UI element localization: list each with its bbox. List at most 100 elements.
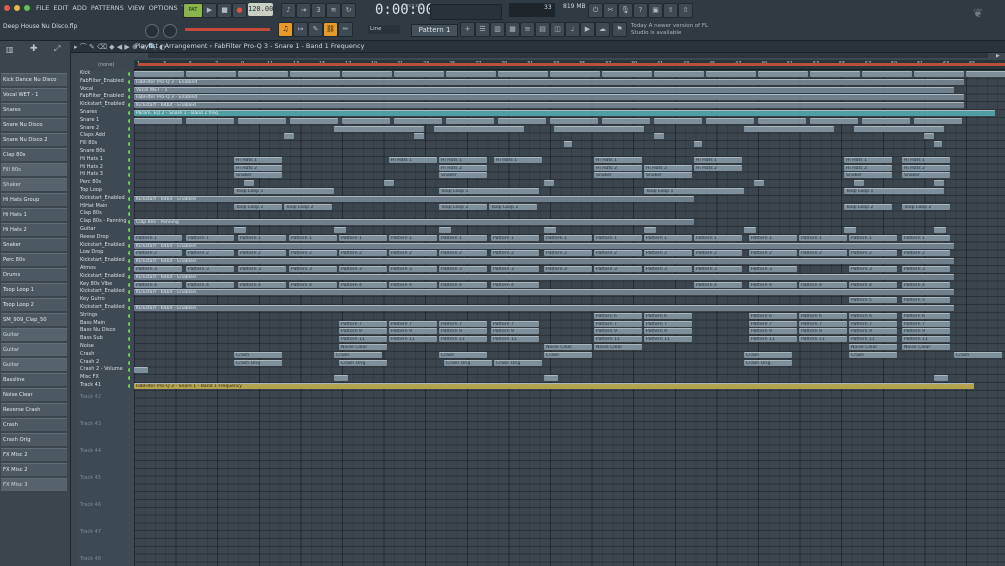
master-pitch-knob[interactable] [163, 24, 177, 38]
playlist-clip[interactable]: Pattern 5 [902, 297, 950, 304]
close-dot-icon[interactable] [4, 5, 10, 11]
playlist-clip[interactable]: Hi Hats 2 [902, 164, 950, 171]
playlist-clip[interactable]: Pattern 1 [134, 234, 182, 241]
cloud-icon[interactable]: ☁ [595, 22, 610, 37]
playlist-clip[interactable] [934, 180, 944, 187]
playlist-clip[interactable]: Crash [544, 351, 592, 358]
track-header[interactable]: Vocal [78, 86, 130, 94]
browser-item[interactable]: Toop Loop 2 [1, 298, 67, 311]
track-header[interactable]: Bass Nu Disco [78, 327, 130, 335]
playlist-clip[interactable]: Pattern 11 [389, 336, 437, 343]
playlist-clip[interactable]: Toop Loop 1 [439, 188, 539, 194]
track-header[interactable]: Perc 80s [78, 179, 130, 187]
track-header[interactable]: Strings [78, 312, 130, 320]
playlist-clip[interactable]: Snaker [902, 172, 950, 179]
track-header[interactable]: FabFilter_Enabled [78, 78, 130, 86]
playlist-clip[interactable]: Noise Clear [902, 344, 950, 350]
playlist-clip[interactable]: Pattern 4 [238, 281, 286, 288]
share-icon[interactable]: ⇧ [678, 3, 693, 18]
playlist-clip[interactable]: Pattern 2 [799, 250, 847, 257]
track-mute-led-icon[interactable] [128, 72, 130, 76]
playlist-clip[interactable]: Noise Clear [339, 344, 387, 350]
playlist-clip[interactable]: Hi Hats 2 [439, 164, 487, 171]
track-mute-led-icon[interactable] [128, 384, 130, 388]
menu-file[interactable]: FILE [36, 4, 49, 12]
playlist-clip[interactable]: Pattern 4 [849, 281, 897, 288]
track-header[interactable]: Kickstart_Enabled [78, 242, 130, 250]
playlist-clip[interactable]: Pattern 3 [544, 266, 592, 272]
browser-item[interactable]: Crash [1, 418, 67, 431]
track-header[interactable]: Kickstart_Enabled [78, 273, 130, 281]
playlist-clip[interactable]: Pattern 6 [849, 312, 897, 319]
track-header[interactable]: Guitar [78, 226, 130, 234]
empty-track-header[interactable]: Track 47 [78, 529, 130, 537]
playlist-clip[interactable]: Pattern 11 [749, 336, 797, 343]
track-header[interactable]: FabFilter_Enabled [78, 93, 130, 101]
playlist-clip[interactable]: Pattern 11 [902, 336, 950, 343]
playlist-clip[interactable]: Kickstart - 64bit - Enabled [134, 289, 954, 296]
playlist-clip[interactable] [238, 71, 288, 77]
playlist-clip[interactable] [550, 71, 600, 77]
plugin-icon[interactable]: ◫ [550, 22, 565, 37]
browser-item[interactable]: Snare Nu Disco [1, 118, 67, 131]
power-icon[interactable]: ⏻ [588, 3, 603, 18]
playlist-clip[interactable]: Pattern 6 [644, 312, 692, 319]
track-header[interactable]: Hi Hats 1 [78, 156, 130, 164]
playlist-clip[interactable]: Pattern 7 [594, 320, 642, 327]
track-mute-led-icon[interactable] [128, 103, 130, 108]
pattern-selector[interactable]: Pattern 1 [411, 24, 458, 37]
playlist-clip[interactable]: Pattern 7 [749, 320, 797, 327]
playlist-clip[interactable]: Pattern 6 [902, 312, 950, 319]
playlist-clip[interactable]: Noise Clear [849, 344, 897, 350]
track-header[interactable]: Clap 80s - Panning [78, 218, 130, 226]
playlist-clip[interactable] [446, 117, 494, 124]
track-header[interactable]: Clap 80s [78, 210, 130, 218]
playlist-clip[interactable] [966, 71, 1005, 77]
menu-edit[interactable]: EDIT [53, 4, 68, 12]
playlist-clip[interactable]: FabFilter Pro-Q 3 - Snare 1 - Band 1 Fre… [134, 383, 974, 389]
playlist-clip[interactable]: Pattern 1 [544, 234, 592, 241]
browser-item[interactable]: Noise Clear [1, 388, 67, 401]
pat-song-toggle[interactable]: PAT [183, 3, 203, 18]
playlist-clip[interactable]: Toop Loop 2 [902, 203, 950, 210]
playlist-clip[interactable] [439, 227, 451, 233]
track-mute-led-icon[interactable] [128, 337, 130, 342]
playlist-clip[interactable] [564, 141, 572, 148]
track-header[interactable]: Kickstart_Enabled [78, 101, 130, 109]
playlist-clip[interactable]: Pattern 1 [694, 234, 742, 241]
playlist-clip[interactable]: Pattern 7 [799, 320, 847, 327]
playlist-clip[interactable]: Hi Hats 1 [439, 156, 487, 163]
playlist-clip[interactable]: Toop Loop 2 [439, 203, 487, 210]
playlist-clip[interactable]: Snaker [594, 172, 642, 179]
tempo-display[interactable]: 120.000 [248, 3, 278, 16]
playlist-clip[interactable]: Snaker [644, 172, 692, 179]
playlist-clip[interactable]: Pattern 6 [594, 312, 642, 319]
playlist-clip[interactable]: Toop Loop 2 [489, 203, 537, 210]
playlist-clip[interactable]: Pattern 1 [799, 234, 847, 241]
add-pattern-icon[interactable]: + [460, 22, 475, 37]
playlist-clip[interactable]: Pattern 11 [439, 336, 487, 343]
playlist-clip[interactable] [602, 71, 652, 77]
playlist-clip[interactable] [554, 125, 644, 132]
playlist-clip[interactable] [234, 227, 246, 233]
playlist-clip[interactable]: Pattern 3 [594, 266, 642, 272]
playlist-clip[interactable]: Pattern 9 [389, 328, 437, 335]
playlist-clip[interactable]: Pattern 6 [749, 312, 797, 319]
playlist-grid[interactable]: FabFilter Pro-Q 3 - Enabled Vocal WET - 1… [134, 70, 1005, 566]
playlist-clip[interactable]: Pattern 4 [439, 281, 487, 288]
browser-item[interactable]: Kick Dance Nu Disco [1, 73, 67, 86]
playlist-clip[interactable]: Pattern 3 [389, 266, 437, 272]
playlist-clip[interactable]: Pattern 11 [644, 336, 692, 343]
playlist-clip[interactable]: Snaker [844, 172, 892, 179]
playlist-clip[interactable]: Param. EQ 2 - Snare 1 - Band 2 freq [134, 110, 995, 116]
playlist-clip[interactable]: Pattern 11 [491, 336, 539, 343]
track-mute-led-icon[interactable] [128, 345, 130, 349]
playlist-clip[interactable] [334, 375, 348, 382]
loop-region[interactable] [138, 63, 1005, 66]
track-mute-led-icon[interactable] [128, 150, 130, 154]
browser-item[interactable]: FX Misc 3 [1, 478, 67, 491]
track-mute-led-icon[interactable] [128, 87, 130, 92]
empty-track-header[interactable]: Track 44 [78, 448, 130, 456]
playlist-clip[interactable]: Pattern 4 [799, 281, 847, 288]
track-mute-led-icon[interactable] [128, 313, 130, 318]
